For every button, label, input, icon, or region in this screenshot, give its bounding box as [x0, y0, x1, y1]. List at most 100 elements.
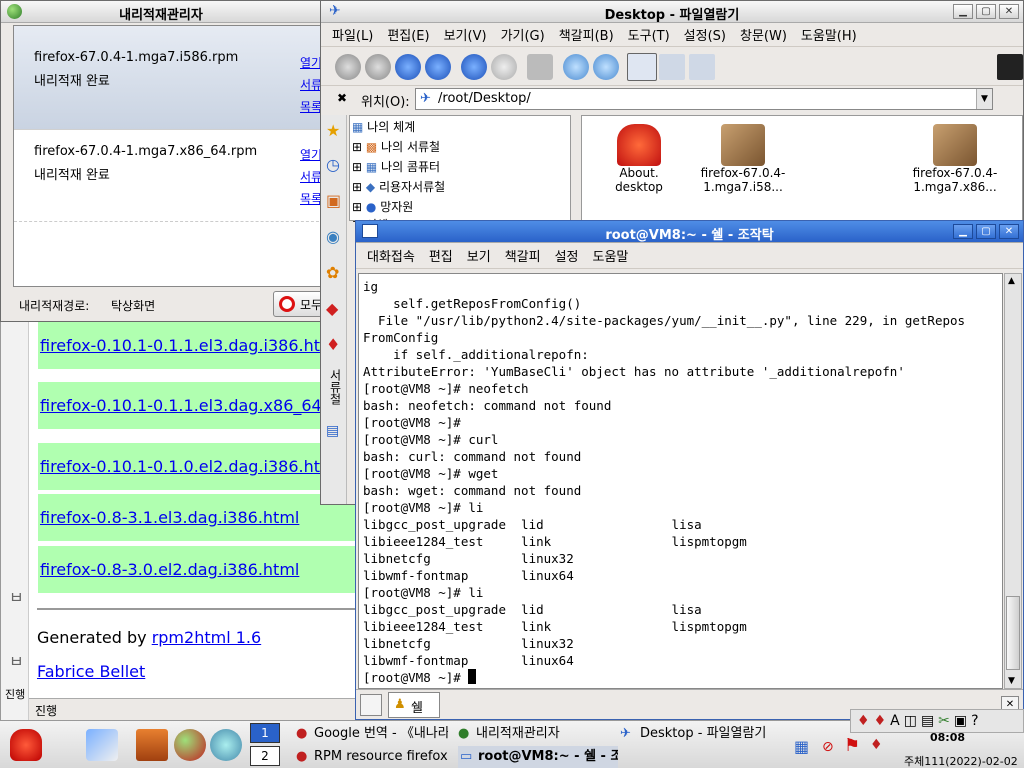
flag-icon[interactable]: ♦: [857, 713, 870, 732]
menu-bookmarks[interactable]: 책갈피(B): [552, 25, 621, 44]
clipboard-icon[interactable]: ▤: [921, 713, 934, 732]
tree-item[interactable]: ⊞ ▩ 나의 서류철: [352, 138, 440, 155]
update-icon[interactable]: ♦: [870, 737, 883, 753]
home-folder-icon[interactable]: ▣: [326, 191, 341, 210]
maximize-button[interactable]: ▢: [976, 224, 996, 239]
date[interactable]: 주체111(2022)-02-02: [904, 753, 1018, 768]
author-link[interactable]: Fabrice Bellet: [37, 662, 145, 681]
menu-help[interactable]: 도움말(H): [794, 25, 864, 44]
menu-edit[interactable]: 편집(E): [380, 25, 436, 44]
browser-icon[interactable]: [174, 729, 206, 761]
tree-item[interactable]: ⊞ ● 망자원: [352, 198, 413, 215]
maximize-button[interactable]: ▢: [976, 4, 996, 19]
tree-item[interactable]: ⊞ ◆ 리용자서류철: [352, 178, 445, 195]
menu-settings[interactable]: 설정(S): [677, 25, 733, 44]
network-icon[interactable]: ▦: [794, 737, 809, 756]
docs-link[interactable]: 서류: [300, 74, 321, 96]
file-link[interactable]: firefox-0.10.1-0.1.0.el2.dag.i386.html: [40, 457, 340, 476]
scroll-down-icon[interactable]: ▼: [1008, 676, 1015, 686]
task-rpm-resource[interactable]: ● RPM resource firefox: [296, 746, 448, 768]
list-link[interactable]: 목록: [300, 96, 321, 118]
detail-view-icon[interactable]: [659, 54, 685, 80]
root-icon[interactable]: ▤: [326, 423, 339, 439]
music-icon[interactable]: [210, 729, 242, 761]
forward-icon[interactable]: [365, 54, 391, 80]
print-icon[interactable]: [527, 54, 553, 80]
clear-all-button[interactable]: 모두: [273, 291, 321, 317]
volume-muted-icon[interactable]: ⊘: [822, 739, 834, 755]
clear-location-icon[interactable]: ✖: [337, 91, 347, 105]
menu-bookmarks[interactable]: 책갈피: [498, 246, 548, 265]
close-button[interactable]: ✕: [999, 4, 1019, 19]
tools-icon[interactable]: ✂: [938, 713, 950, 732]
list-link[interactable]: 목록: [300, 188, 321, 210]
file-link[interactable]: firefox-0.10.1-0.1.1.el3.dag.x86_64.html: [40, 396, 363, 415]
desktop-2-button[interactable]: 2: [250, 746, 280, 766]
menu-window[interactable]: 창문(W): [733, 25, 794, 44]
up-icon[interactable]: [395, 54, 421, 80]
open-link[interactable]: 열기: [300, 144, 321, 166]
clock[interactable]: 08:08: [930, 731, 965, 744]
download-path-value[interactable]: 탁상화면: [111, 297, 155, 314]
star-icon[interactable]: ★: [326, 121, 340, 140]
tab-shell[interactable]: ♟ 쉘: [388, 692, 440, 718]
new-tab-icon[interactable]: [360, 694, 382, 716]
bookmark-icon[interactable]: ◆: [326, 299, 338, 318]
history-icon[interactable]: ◷: [326, 155, 340, 174]
notes-icon[interactable]: ▣: [954, 713, 967, 732]
pin-icon[interactable]: ♦: [326, 335, 340, 354]
flag-icon[interactable]: ♦: [874, 713, 887, 732]
menu-view[interactable]: 보기: [460, 246, 498, 265]
font-icon[interactable]: A: [890, 713, 900, 732]
task-file-manager[interactable]: ✈ Desktop - 파일열람기: [620, 723, 790, 745]
tree-item[interactable]: ⊞ ▦ 나의 콤퓨터: [352, 158, 440, 175]
stop-icon[interactable]: [491, 54, 517, 80]
file-manager-titlebar[interactable]: ✈ Desktop - 파일열람기 ▁ ▢ ✕: [321, 1, 1023, 23]
menu-tools[interactable]: 도구(T): [621, 25, 677, 44]
chevron-down-icon[interactable]: ▼: [976, 89, 992, 109]
files-icon[interactable]: [136, 729, 168, 761]
minimize-button[interactable]: ▁: [953, 4, 973, 19]
menu-session[interactable]: 대화접속: [360, 246, 422, 265]
flag-icon[interactable]: ⚑: [844, 735, 860, 756]
help-icon[interactable]: ?: [971, 713, 978, 732]
desktop-file-icon[interactable]: About. desktop: [584, 124, 694, 194]
scroll-thumb[interactable]: [1006, 596, 1020, 670]
sidebar-tab-folders[interactable]: 서류철: [327, 369, 344, 405]
minimize-button[interactable]: ▁: [953, 224, 973, 239]
menu-settings[interactable]: 설정: [548, 246, 586, 265]
close-button[interactable]: ✕: [999, 224, 1019, 239]
scroll-up-icon[interactable]: ▲: [1008, 276, 1015, 286]
desktop-1-button[interactable]: 1: [250, 723, 280, 743]
file-link[interactable]: firefox-0.8-3.1.el3.dag.i386.html: [40, 508, 299, 527]
menu-edit[interactable]: 편집: [422, 246, 460, 265]
file-link[interactable]: firefox-0.10.1-0.1.1.el3.dag.i386.html: [40, 336, 340, 355]
menu-go[interactable]: 가기(G): [494, 25, 552, 44]
terminal-scrollbar[interactable]: ▲ ▼: [1004, 273, 1022, 689]
icon-view-icon[interactable]: [627, 53, 657, 81]
window-icon[interactable]: ◫: [904, 713, 917, 732]
zoom-in-icon[interactable]: [563, 54, 589, 80]
editor-icon[interactable]: [86, 729, 118, 761]
tree-item[interactable]: ▦ 나의 체계: [352, 118, 415, 135]
menu-view[interactable]: 보기(V): [437, 25, 494, 44]
download-item[interactable]: firefox-67.0.4-1.mga7.i586.rpm 내리적재 완료 열…: [14, 26, 321, 130]
zoom-out-icon[interactable]: [593, 54, 619, 80]
download-manager-titlebar[interactable]: 내리적재관리자: [1, 1, 321, 23]
services-icon[interactable]: ✿: [326, 263, 339, 282]
file-link[interactable]: firefox-0.8-3.0.el2.dag.i386.html: [40, 560, 299, 579]
menu-file[interactable]: 파일(L): [325, 25, 380, 44]
task-terminal[interactable]: ▭ root@VM8:~ - 쉘 - 조: [458, 746, 618, 768]
home-icon[interactable]: [425, 54, 451, 80]
location-input[interactable]: ✈ /root/Desktop/ ▼: [415, 88, 993, 110]
generator-link[interactable]: rpm2html 1.6: [152, 628, 261, 647]
start-menu-icon[interactable]: [10, 729, 42, 761]
network-icon[interactable]: ◉: [326, 227, 340, 246]
download-item[interactable]: firefox-67.0.4-1.mga7.x86_64.rpm 내리적재 완료…: [14, 130, 321, 222]
back-icon[interactable]: [335, 54, 361, 80]
task-download-manager[interactable]: ● 내리적재관리자: [458, 723, 608, 745]
task-google-translate[interactable]: ● Google 번역 - 《내나라: [296, 723, 448, 745]
reload-icon[interactable]: [461, 54, 487, 80]
rpm-file-icon[interactable]: firefox-67.0.4- 1.mga7.x86...: [900, 124, 1010, 194]
terminal-output[interactable]: ig self.getReposFromConfig() File "/usr/…: [358, 273, 1003, 689]
